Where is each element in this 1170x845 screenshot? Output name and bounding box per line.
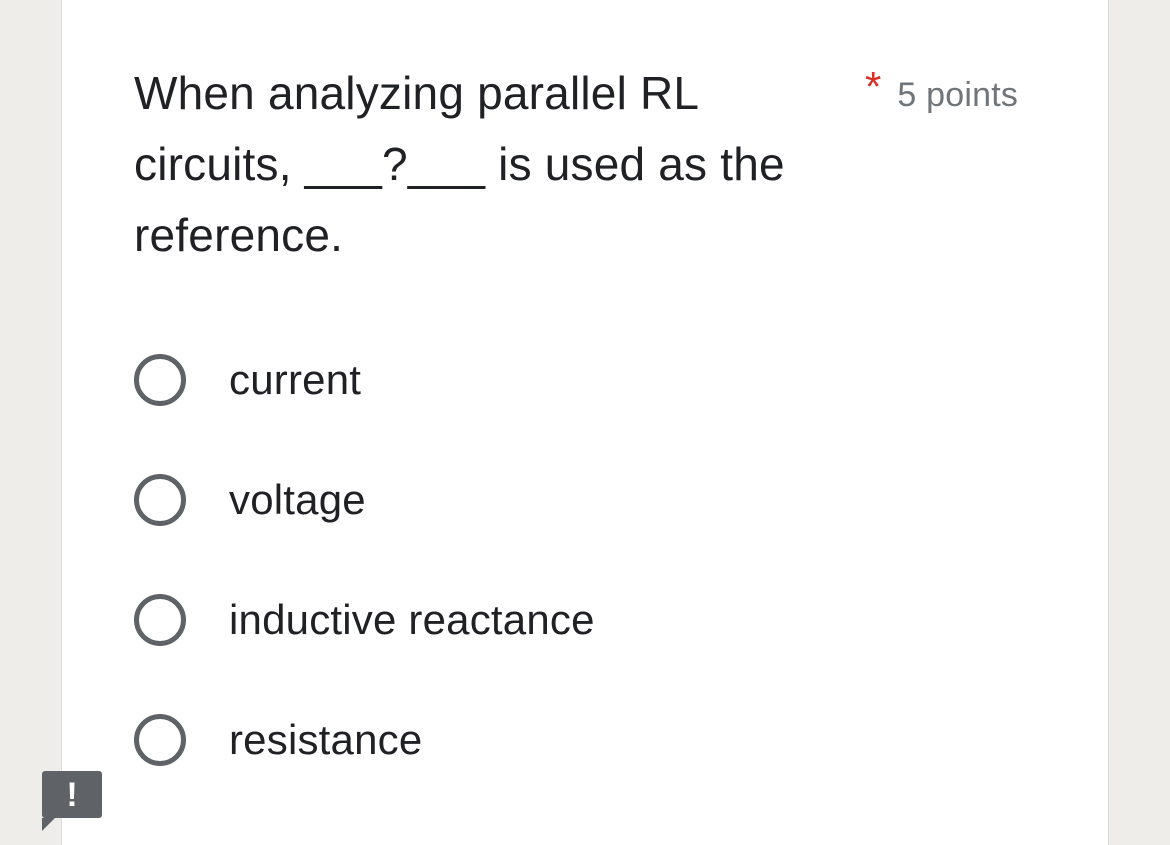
exclamation-icon: !: [66, 775, 78, 814]
option-label: resistance: [229, 716, 423, 763]
option-current[interactable]: current: [134, 350, 361, 410]
points-container: * 5 points: [865, 63, 1019, 114]
question-card: When analyzing parallel RL circuits, ___…: [62, 0, 1108, 845]
option-voltage[interactable]: voltage: [134, 470, 366, 530]
option-label: voltage: [229, 476, 366, 523]
option-label: current: [229, 356, 362, 403]
option-resistance[interactable]: resistance: [134, 710, 422, 770]
option-inductive-reactance[interactable]: inductive reactance: [134, 590, 595, 650]
radio-button[interactable]: [134, 474, 186, 526]
radio-button[interactable]: [134, 594, 186, 646]
required-asterisk: *: [865, 63, 882, 110]
option-label: inductive reactance: [229, 596, 595, 643]
question-text: When analyzing parallel RL circuits, ___…: [134, 67, 785, 261]
points-label: 5 points: [897, 76, 1019, 114]
radio-button[interactable]: [134, 714, 186, 766]
feedback-button[interactable]: !: [42, 771, 102, 831]
radio-button[interactable]: [134, 354, 186, 406]
